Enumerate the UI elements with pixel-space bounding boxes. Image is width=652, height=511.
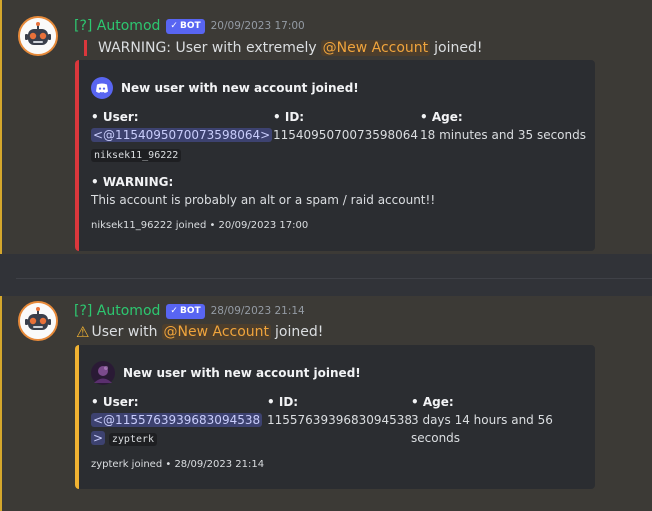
message-1: [?] Automod ✓ BOT 20/09/2023 17:00 WARNI… bbox=[0, 0, 652, 254]
warning-icon: ⚠ bbox=[76, 323, 90, 341]
bot-tag: ✓ BOT bbox=[166, 303, 205, 319]
quote-bar bbox=[84, 40, 87, 56]
user-mention[interactable]: <@1154095070073598064> bbox=[91, 128, 273, 142]
field-id: • ID: 1154095070073598064 bbox=[273, 110, 419, 144]
field-id-value: 1155763939683094538 bbox=[267, 413, 413, 427]
embed-footer: niksek11_96222 joined • 20/09/2023 17:00 bbox=[91, 220, 309, 231]
timestamp: 20/09/2023 17:00 bbox=[210, 20, 305, 32]
field-id-label: • ID: bbox=[273, 110, 305, 124]
message-content: WARNING: User with extremely @New Accoun… bbox=[76, 38, 482, 58]
check-icon: ✓ bbox=[170, 21, 178, 31]
embed-author: New user with new account joined! bbox=[91, 77, 359, 99]
field-user-label: • User: bbox=[91, 110, 139, 124]
author-name[interactable]: [?] Automod bbox=[74, 18, 160, 34]
field-id: • ID: 1155763939683094538 bbox=[267, 395, 413, 429]
role-mention[interactable]: @New Account bbox=[161, 324, 272, 340]
discord-icon bbox=[91, 77, 113, 99]
field-age-label: • Age: bbox=[411, 395, 454, 409]
user-avatar-icon bbox=[91, 361, 115, 385]
embed-footer: zypterk joined • 28/09/2023 21:14 bbox=[91, 459, 265, 470]
field-user: • User: <@1154095070073598064> niksek11_… bbox=[91, 110, 273, 165]
content-text-suffix: joined! bbox=[434, 40, 483, 56]
field-age: • Age: 3 days 14 hours and 56 seconds bbox=[411, 395, 581, 447]
field-user: • User: <@1155763939683094538 > zypterk bbox=[91, 395, 263, 449]
robot-icon bbox=[20, 303, 56, 339]
field-age-label: • Age: bbox=[420, 110, 463, 124]
author-name[interactable]: [?] Automod bbox=[74, 303, 160, 319]
field-warning-value: This account is probably an alt or a spa… bbox=[91, 193, 436, 207]
embed-author: New user with new account joined! bbox=[91, 361, 361, 385]
divider bbox=[16, 278, 652, 279]
message-header: [?] Automod ✓ BOT 28/09/2023 21:14 bbox=[74, 301, 305, 321]
robot-icon bbox=[20, 18, 56, 54]
embed-color-bar bbox=[75, 60, 79, 251]
bot-tag-label: BOT bbox=[179, 306, 201, 316]
bot-tag: ✓ BOT bbox=[166, 18, 205, 34]
field-age-value: 3 days 14 hours and 56 bbox=[411, 413, 553, 427]
bot-tag-label: BOT bbox=[179, 21, 201, 31]
field-user-label: • User: bbox=[91, 395, 139, 409]
field-warning-label: • WARNING: bbox=[91, 175, 174, 189]
message-content: ⚠ User with @New Account joined! bbox=[76, 322, 323, 342]
embed-author-name: New user with new account joined! bbox=[121, 81, 359, 95]
role-mention[interactable]: @New Account bbox=[320, 40, 431, 56]
field-id-value: 1154095070073598064 bbox=[273, 128, 419, 142]
timestamp: 28/09/2023 21:14 bbox=[210, 305, 305, 317]
content-text: WARNING: User with extremely bbox=[98, 40, 317, 56]
user-tag-code: zypterk bbox=[108, 433, 158, 446]
field-warning: • WARNING: This account is probably an a… bbox=[91, 175, 581, 209]
embed-author-name: New user with new account joined! bbox=[123, 366, 361, 380]
embed-color-bar bbox=[75, 345, 79, 489]
user-tag-code: niksek11_96222 bbox=[91, 149, 182, 162]
field-age-value-cont: seconds bbox=[411, 431, 461, 445]
field-id-label: • ID: bbox=[267, 395, 299, 409]
bot-avatar[interactable] bbox=[18, 16, 58, 56]
bot-avatar[interactable] bbox=[18, 301, 58, 341]
message-gap bbox=[0, 254, 652, 296]
field-age: • Age: 18 minutes and 35 seconds bbox=[420, 110, 590, 144]
user-mention[interactable]: <@1155763939683094538 bbox=[91, 413, 263, 427]
field-age-value: 18 minutes and 35 seconds bbox=[420, 128, 586, 142]
content-text: User with bbox=[91, 324, 158, 340]
embed: New user with new account joined! • User… bbox=[75, 345, 595, 489]
message-2: [?] Automod ✓ BOT 28/09/2023 21:14 ⚠ Use… bbox=[0, 296, 652, 511]
embed: New user with new account joined! • User… bbox=[75, 60, 595, 251]
message-header: [?] Automod ✓ BOT 20/09/2023 17:00 bbox=[74, 16, 305, 36]
content-text-suffix: joined! bbox=[275, 324, 324, 340]
check-icon: ✓ bbox=[170, 306, 178, 316]
user-mention-tail[interactable]: > bbox=[91, 431, 106, 445]
